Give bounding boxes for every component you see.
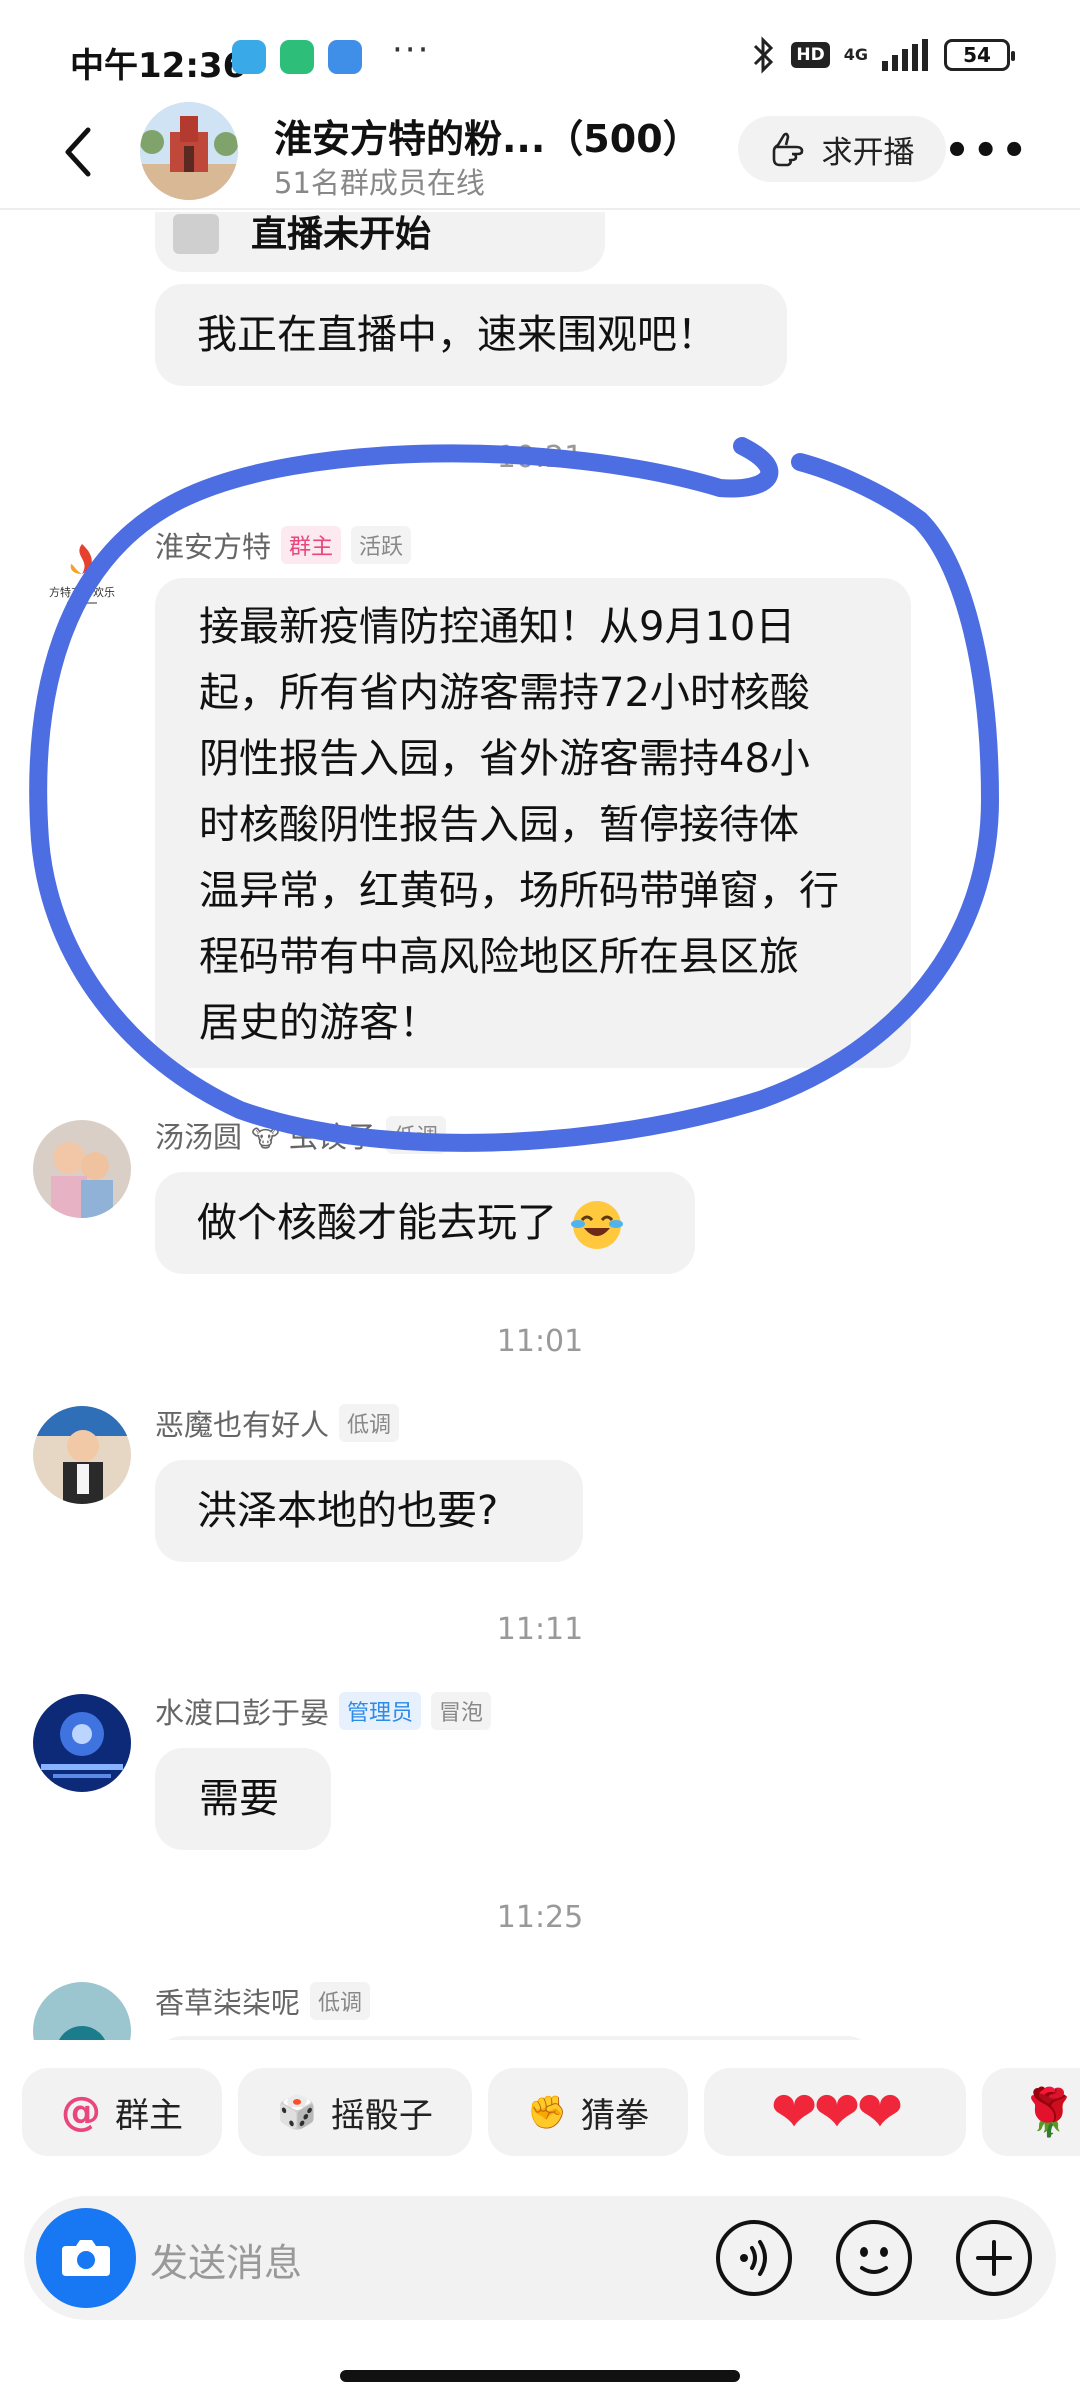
- avatar[interactable]: 方特东方欢乐: [33, 530, 131, 628]
- level-badge: 冒泡: [431, 1692, 492, 1730]
- timestamp: 10:21: [496, 440, 584, 475]
- quick-reply-label: 群主: [115, 2095, 183, 2136]
- svg-text:方特东方欢乐: 方特东方欢乐: [49, 585, 115, 599]
- network-type: 4G: [843, 45, 868, 64]
- more-notifications-icon: ···: [392, 30, 431, 70]
- more-menu-icon[interactable]: •••: [944, 128, 1030, 174]
- quick-reply-bar: @ 群主 🎲 摇骰子 ✊ 猜拳 ❤❤❤ 🌹: [0, 2068, 1080, 2160]
- fist-icon: ✊: [527, 2093, 567, 2131]
- sender-name-suffix: 虫饺子: [288, 1120, 376, 1154]
- rose-button[interactable]: 🌹: [982, 2068, 1080, 2156]
- castle-image: [140, 102, 238, 200]
- announcement-line: 居史的游客！: [199, 1000, 439, 1046]
- announcement-line: 阴性报告入园，省外游客需持48小: [199, 736, 810, 782]
- level-badge: 低调: [385, 1116, 446, 1154]
- fantawild-logo: 方特东方欢乐: [49, 544, 115, 604]
- hearts-icon: ❤❤❤: [770, 2079, 904, 2145]
- message-bubble[interactable]: 做个核酸才能去玩了: [155, 1172, 695, 1274]
- sender-name[interactable]: 香草柒柒呢: [155, 1980, 300, 2022]
- group-title[interactable]: 淮安方特的粉...（500）: [274, 108, 701, 163]
- level-badge: 活跃: [351, 526, 412, 564]
- hd-badge: HD: [791, 42, 830, 68]
- camera-icon: [62, 2240, 110, 2276]
- message-input[interactable]: 发送消息: [150, 2232, 302, 2287]
- message-bubble[interactable]: 我正在直播中，速来围观吧！: [155, 284, 787, 386]
- owner-badge: 群主: [281, 526, 342, 564]
- status-indicators: HD 4G 54: [751, 36, 1015, 74]
- card-text: 直播未开始: [251, 214, 432, 255]
- dice-icon: 🎲: [277, 2093, 317, 2131]
- camera-button[interactable]: [36, 2208, 136, 2308]
- sender-row: 恶魔也有好人 低调: [155, 1402, 400, 1444]
- timestamp: 11:11: [496, 1612, 584, 1647]
- back-arrow-icon[interactable]: [58, 122, 98, 182]
- quick-reply-label: 猜拳: [580, 2095, 649, 2136]
- announcement-line: 温异常，红黄码，场所码带弹窗，行: [199, 868, 839, 914]
- emoji-icon[interactable]: [834, 2218, 914, 2298]
- online-count: 51名群成员在线: [274, 166, 485, 200]
- request-live-button[interactable]: 求开播: [738, 116, 946, 182]
- bluetooth-icon: [754, 36, 774, 74]
- message-input-bar: 发送消息: [24, 2196, 1056, 2320]
- roll-dice-button[interactable]: 🎲 摇骰子: [238, 2068, 472, 2156]
- battery-icon: 54: [944, 39, 1015, 71]
- status-time: 中午12:36: [70, 46, 247, 86]
- cloud-notification-icon: [328, 40, 362, 74]
- sender-name[interactable]: 淮安方特: [155, 524, 271, 566]
- sender-row: 水渡口彭于晏 管理员 冒泡: [155, 1690, 492, 1732]
- laugh-cry-emoji-icon: [570, 1201, 623, 1249]
- at-icon: @: [61, 2089, 101, 2135]
- message-list[interactable]: 直播未开始 我正在直播中，速来围观吧！ 10:21 方特东方欢乐 淮安方特 群主…: [0, 212, 1080, 2040]
- avatar[interactable]: [33, 1120, 131, 1218]
- message-bubble[interactable]: 洪泽本地的也要?: [155, 1460, 583, 1562]
- shield-notification-icon: [280, 40, 314, 74]
- group-avatar[interactable]: [140, 102, 238, 200]
- timestamp: 11:01: [496, 1324, 584, 1359]
- announcement-line: 程码带有中高风险地区所在县区旅: [199, 934, 799, 980]
- sender-row: 淮安方特 群主 活跃: [155, 524, 412, 566]
- announcement-line: 起，所有省内游客需持72小时核酸: [199, 670, 810, 716]
- level-badge: 低调: [310, 1982, 371, 2020]
- message-bubble[interactable]: [155, 2036, 875, 2040]
- live-status-card[interactable]: 直播未开始: [155, 212, 605, 272]
- home-indicator[interactable]: [340, 2370, 740, 2382]
- sender-name-text: 汤汤圆: [155, 1120, 243, 1154]
- admin-badge: 管理员: [339, 1692, 422, 1730]
- message-text: 做个核酸才能去玩了: [197, 1200, 557, 1246]
- avatar[interactable]: [33, 1982, 131, 2040]
- chat-header: 淮安方特的粉...（500） 51名群成员在线 求开播 •••: [0, 100, 1080, 210]
- sender-row: 香草柒柒呢 低调: [155, 1980, 371, 2022]
- kids-photo: [33, 1120, 131, 1218]
- request-live-label: 求开播: [821, 134, 915, 171]
- rock-paper-scissors-button[interactable]: ✊ 猜拳: [488, 2068, 688, 2156]
- sender-name[interactable]: 恶魔也有好人: [155, 1402, 329, 1444]
- hand-point-icon: [772, 132, 803, 167]
- announcement-bubble[interactable]: 接最新疫情防控通知！从9月10日 起，所有省内游客需持72小时核酸 阴性报告入园…: [155, 578, 911, 1068]
- sender-row: 汤汤圆 🐮 虫饺子 低调: [155, 1114, 446, 1156]
- quick-reply-label: 摇骰子: [330, 2095, 433, 2136]
- announcement-line: 接最新疫情防控通知！从9月10日: [199, 604, 796, 650]
- sender-name[interactable]: 汤汤圆 🐮 虫饺子: [155, 1114, 376, 1156]
- level-badge: 低调: [339, 1404, 400, 1442]
- app-notification-icon: [232, 40, 266, 74]
- voice-icon[interactable]: [714, 2218, 794, 2298]
- hearts-button[interactable]: ❤❤❤: [704, 2068, 966, 2156]
- sender-name[interactable]: 水渡口彭于晏: [155, 1690, 329, 1732]
- card-icon: [173, 214, 219, 254]
- timestamp: 11:25: [496, 1900, 584, 1935]
- avatar[interactable]: [33, 1694, 131, 1792]
- avatar[interactable]: [33, 1406, 131, 1504]
- signal-icon: [882, 39, 928, 71]
- cartoon-avatar: [58, 2026, 106, 2040]
- rose-icon: 🌹: [1020, 2084, 1078, 2139]
- child-photo: [33, 1406, 131, 1504]
- plus-icon[interactable]: [954, 2218, 1034, 2298]
- status-bar: 中午12:36 ··· HD 4G 54: [0, 0, 1080, 110]
- sender-name-emoji: 🐮: [251, 1125, 280, 1153]
- announcement-line: 时核酸阴性报告入园，暂停接待体: [199, 802, 799, 848]
- message-bubble[interactable]: 需要: [155, 1748, 331, 1850]
- stage-photo: [33, 1694, 131, 1792]
- mention-owner-button[interactable]: @ 群主: [22, 2068, 222, 2156]
